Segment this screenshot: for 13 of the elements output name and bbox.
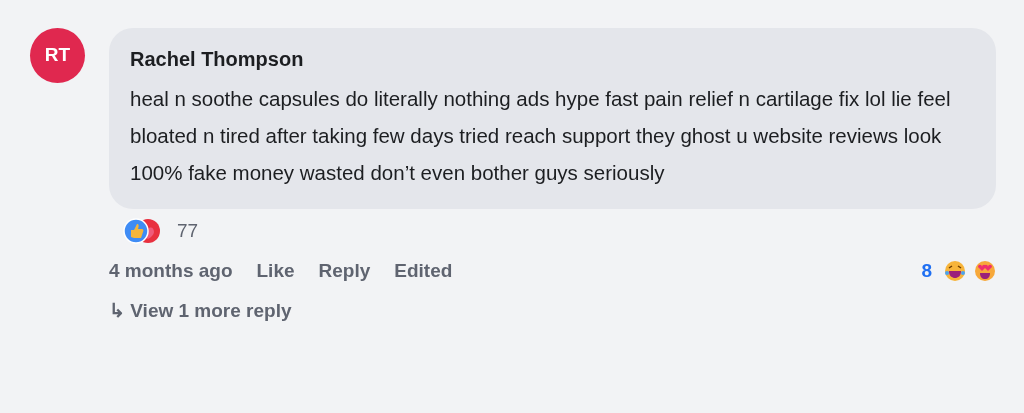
edited-label: Edited	[394, 258, 453, 283]
comment-text: heal n soothe capsules do literally nothing ads hype fast pain relief n cartilage fix lol lie feel bloated n tired after taking few days tried reach support they ghost u website reviews look 100% fake money wasted don’t even bother guys seriously	[130, 86, 952, 186]
reaction-count: 77	[177, 218, 199, 243]
timestamp: 4 months ago	[109, 258, 233, 283]
author-name[interactable]: Rachel Thompson	[130, 44, 976, 74]
like-button[interactable]: Like	[256, 256, 295, 286]
avatar[interactable]: RT	[30, 28, 85, 83]
reaction-count: 8	[921, 258, 932, 283]
view-replies-link[interactable]: ↳ View 1 more reply	[109, 297, 292, 326]
laughing-emoji-icon[interactable]	[944, 260, 966, 282]
reaction-icons[interactable]	[123, 218, 161, 244]
reply-button[interactable]: Reply	[318, 256, 371, 286]
heart-eyes-emoji-icon[interactable]	[974, 260, 996, 282]
